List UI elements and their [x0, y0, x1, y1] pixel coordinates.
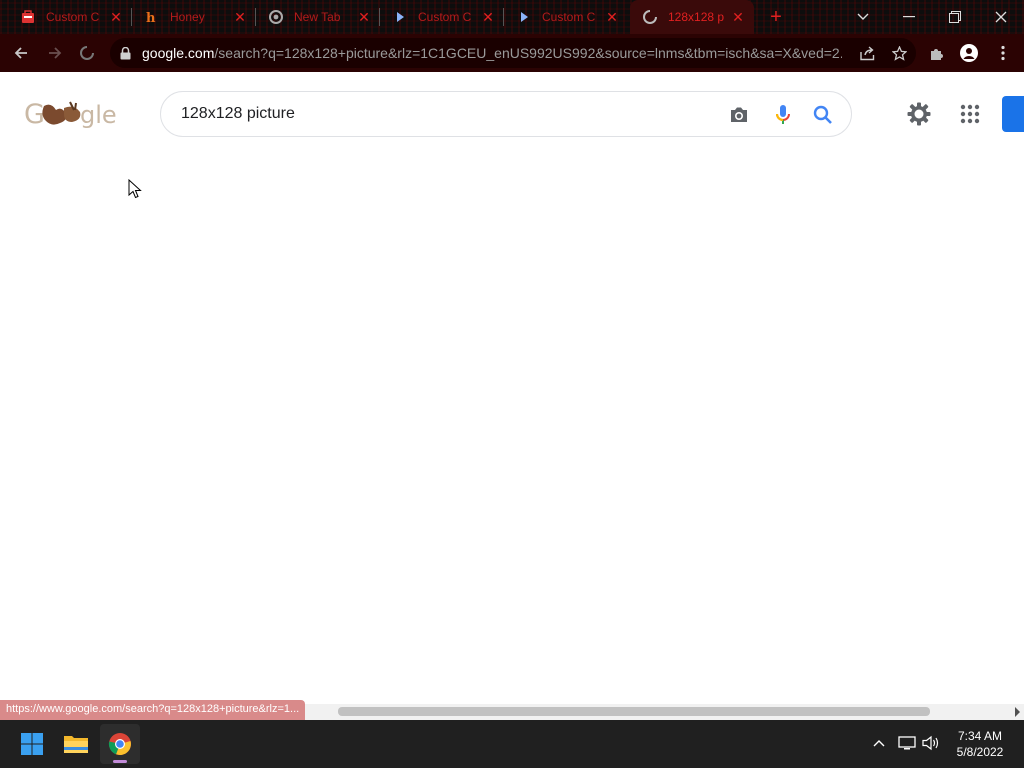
active-indicator — [113, 760, 127, 763]
close-icon — [995, 11, 1007, 23]
tab-search-button[interactable] — [840, 0, 886, 34]
sign-in-button[interactable] — [1002, 96, 1024, 132]
play-icon — [516, 9, 532, 25]
tab-title: Custom C — [418, 10, 472, 24]
play-icon — [392, 9, 408, 25]
clock-date: 5/8/2022 — [956, 745, 1004, 759]
tab-title: New Tab — [294, 10, 341, 24]
microphone-icon[interactable] — [771, 103, 795, 127]
tab-honey[interactable]: h Honey ✕ — [132, 0, 256, 34]
tab-active-search[interactable]: 128x128 p ✕ — [630, 0, 754, 34]
share-icon[interactable] — [854, 40, 880, 66]
tab-strip: Custom C ✕ h Honey ✕ New Tab ✕ Custom C — [0, 0, 1024, 34]
forward-button[interactable] — [42, 40, 68, 66]
extensions-icon[interactable] — [924, 40, 950, 66]
mouse-cursor-icon — [128, 179, 142, 199]
close-icon[interactable]: ✕ — [356, 9, 372, 25]
close-icon[interactable]: ✕ — [480, 9, 496, 25]
arrow-right-icon — [49, 47, 62, 59]
browser-window: Custom C ✕ h Honey ✕ New Tab ✕ Custom C — [0, 0, 1024, 720]
star-icon[interactable] — [886, 40, 912, 66]
minimize-button[interactable] — [886, 0, 932, 34]
volume-icon[interactable] — [920, 732, 942, 754]
taskbar: 7:34 AM 5/8/2022 — [0, 720, 1024, 768]
svg-text:h: h — [146, 11, 156, 24]
browser-toolbar: google.com/search?q=128x128+picture&rlz=… — [0, 34, 1024, 72]
tab-custom-2[interactable]: Custom C ✕ — [380, 0, 504, 34]
restore-button[interactable] — [932, 0, 978, 34]
system-clock[interactable]: 7:34 AM 5/8/2022 — [944, 728, 1016, 760]
chrome-taskbar-icon[interactable] — [100, 724, 140, 764]
tab-new-tab[interactable]: New Tab ✕ — [256, 0, 380, 34]
minimize-icon — [903, 16, 915, 18]
more-vertical-icon[interactable] — [990, 40, 1016, 66]
honey-icon: h — [144, 9, 160, 25]
google-apps-icon[interactable] — [958, 102, 982, 126]
tab-title: 128x128 p — [668, 10, 725, 24]
close-window-button[interactable] — [978, 0, 1024, 34]
address-bar[interactable]: google.com/search?q=128x128+picture&rlz=… — [110, 38, 916, 68]
search-input[interactable] — [181, 105, 701, 123]
tab-custom-1[interactable]: Custom C ✕ — [8, 0, 132, 34]
profile-icon[interactable] — [956, 40, 982, 66]
spinner-icon — [80, 46, 94, 60]
page-content: G gle — [0, 72, 1024, 704]
clock-time: 7:34 AM — [957, 729, 1003, 743]
url-path: /search?q=128x128+picture&rlz=1C1GCEU_en… — [214, 45, 842, 61]
restore-icon — [949, 11, 961, 23]
new-tab-button[interactable]: + — [766, 7, 786, 27]
arrow-left-icon — [14, 47, 27, 59]
chrome-icon — [268, 9, 284, 25]
search-box[interactable] — [160, 91, 852, 137]
tab-title: Custom C — [46, 10, 100, 24]
scroll-right-arrow-icon[interactable] — [1015, 707, 1020, 717]
svg-text:gle: gle — [80, 101, 116, 129]
chevron-up-icon[interactable] — [868, 732, 890, 754]
close-icon[interactable]: ✕ — [108, 9, 124, 25]
camera-icon[interactable] — [727, 103, 751, 127]
back-button[interactable] — [8, 40, 34, 66]
search-icon[interactable] — [811, 103, 835, 127]
svg-text:G: G — [24, 99, 45, 130]
close-icon[interactable]: ✕ — [730, 9, 746, 25]
windows-start-icon[interactable] — [12, 724, 52, 764]
stop-loading-button[interactable] — [74, 40, 100, 66]
google-doodle-logo[interactable]: G gle — [24, 96, 117, 132]
lock-icon[interactable] — [120, 46, 132, 60]
network-icon[interactable] — [896, 732, 918, 754]
scrollbar-thumb[interactable] — [338, 707, 930, 716]
close-icon[interactable]: ✕ — [604, 9, 620, 25]
chevron-down-icon — [857, 13, 869, 20]
url-domain: google.com — [142, 45, 215, 61]
loading-icon — [642, 9, 658, 25]
close-icon[interactable]: ✕ — [232, 9, 248, 25]
file-explorer-icon[interactable] — [56, 724, 96, 764]
tab-custom-3[interactable]: Custom C ✕ — [504, 0, 628, 34]
settings-gear-icon[interactable] — [906, 101, 932, 127]
status-bar-url: https://www.google.com/search?q=128x128+… — [0, 700, 306, 720]
tab-title: Custom C — [542, 10, 596, 24]
bag-icon — [20, 9, 36, 25]
url-text: google.com/search?q=128x128+picture&rlz=… — [142, 45, 842, 61]
tab-title: Honey — [170, 10, 205, 24]
